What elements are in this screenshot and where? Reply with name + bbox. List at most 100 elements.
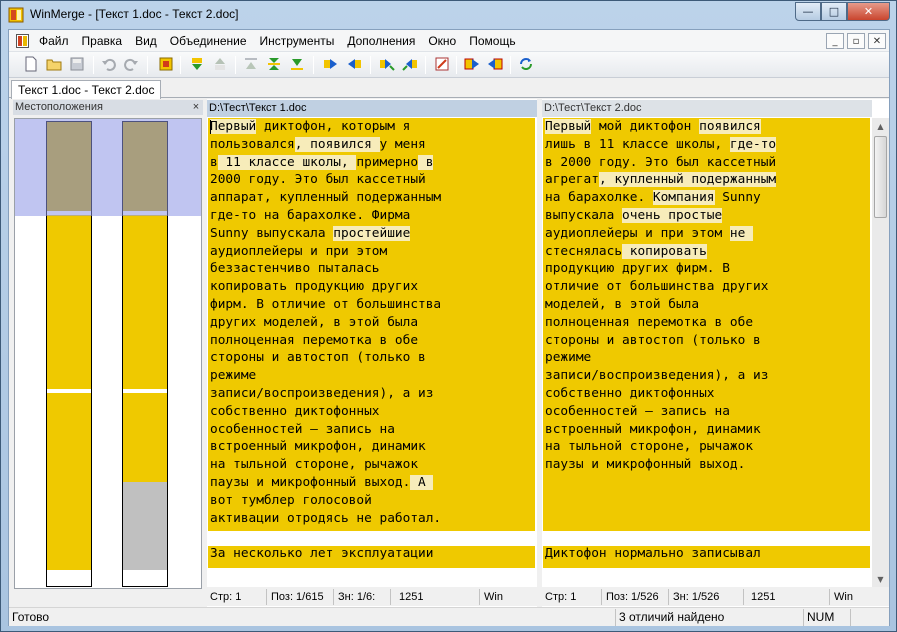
copy-all-right-icon[interactable] <box>464 56 480 72</box>
menu-item-7[interactable]: Помощь <box>469 34 515 48</box>
right-status-position: Поз: 1/526 <box>603 589 669 605</box>
text-segment: активации отродясь не работал. <box>210 510 442 526</box>
menu-item-0[interactable]: Файл <box>39 34 69 48</box>
location-viewport-indicator[interactable] <box>15 119 201 216</box>
status-ready: Готово <box>12 610 50 624</box>
vertical-scroll-thumb[interactable] <box>874 136 887 218</box>
text-segment: паузы и микрофонный выход. <box>210 474 411 490</box>
status-num-lock: NUM <box>803 609 849 626</box>
text-segment: продукцию других фирм. В <box>545 261 730 277</box>
text-segment: За несколько лет эксплуатации <box>210 546 434 562</box>
copy-left-advance-icon[interactable] <box>402 56 418 72</box>
location-pane-title: Местоположения × <box>13 100 203 115</box>
document-icon[interactable] <box>16 34 29 48</box>
menu-item-1[interactable]: Правка <box>82 34 123 48</box>
text-line: встроенный микрофон, динамик <box>545 421 870 439</box>
vertical-scrollbar[interactable]: ▲ ▼ <box>872 118 889 588</box>
mark-icon[interactable] <box>158 56 174 72</box>
winmerge-app-icon[interactable] <box>8 7 24 23</box>
scroll-down-arrow-icon[interactable]: ▼ <box>872 571 889 588</box>
text-line: выпускала очень простые <box>545 207 870 225</box>
last-diff-icon[interactable] <box>289 56 305 72</box>
minimize-button[interactable]: — <box>795 2 821 21</box>
title-bar[interactable]: WinMerge - [Текст 1.doc - Текст 2.doc] —… <box>1 1 896 29</box>
text-segment: Sunny <box>714 190 761 206</box>
text-line: фирм. В отличие от большинства <box>210 296 535 314</box>
copy-right-icon[interactable] <box>323 56 339 72</box>
text-line: где-то на барахолке. Фирма <box>210 207 535 225</box>
mdi-restore-button[interactable]: ▫ <box>847 33 865 49</box>
text-segment: лишь в 11 классе школы, <box>545 136 730 152</box>
text-line: пользовался, появился у меня <box>210 136 535 154</box>
text-line: Первый мой диктофон появился <box>545 118 870 136</box>
text-segment: аудиоплейеры и при этом <box>545 225 730 241</box>
menu-item-6[interactable]: Окно <box>428 34 456 48</box>
client-area: Файл Правка Вид Объединение Инструменты Допол… <box>8 29 890 626</box>
text-line: на барахолке. Компания Sunny <box>545 189 870 207</box>
maximize-button[interactable]: □ <box>821 2 847 21</box>
text-segment: аудиоплейеры и при этом <box>210 243 388 259</box>
text-line: беззастенчиво пыталась <box>210 260 535 278</box>
text-segment: купленный подержанным <box>279 190 442 206</box>
text-line: копировать продукцию других <box>210 278 535 296</box>
text-line: на тыльной стороне, рычажок <box>545 438 870 456</box>
location-segment <box>123 570 167 586</box>
location-segment <box>47 393 91 570</box>
status-bar: Готово 3 отличий найдено NUM <box>9 607 889 626</box>
menu-item-4[interactable]: Инструменты <box>260 34 335 48</box>
word-diff-highlight: в <box>418 154 434 170</box>
text-line <box>545 492 870 510</box>
text-segment: встроенный микрофон, динамик <box>210 439 426 455</box>
prev-diff-icon[interactable] <box>212 56 228 72</box>
right-pane-status: Стр: 1 Поз: 1/526 Зн: 1/526 1251 Win <box>542 587 889 606</box>
copy-left-icon[interactable] <box>346 56 362 72</box>
text-line: стороны и автостоп (только в <box>210 349 535 367</box>
text-segment: особенностей – запись на <box>210 421 395 437</box>
undo-icon[interactable] <box>101 56 117 72</box>
mdi-minimize-button[interactable]: _ <box>826 33 844 49</box>
left-text-editor[interactable]: Первый диктофон, которым я пользовался, п… <box>208 118 535 586</box>
text-segment: 2000 году. Это был кассетный <box>210 172 426 188</box>
text-segment: агрегат <box>545 172 599 188</box>
close-button[interactable]: ✕ <box>847 2 890 21</box>
redo-icon[interactable] <box>123 56 139 72</box>
left-status-codepage: 1251 <box>396 589 480 605</box>
refresh-icon[interactable] <box>518 56 534 72</box>
next-diff-icon[interactable] <box>189 56 205 72</box>
copy-all-left-icon[interactable] <box>487 56 503 72</box>
tab-compare-document[interactable]: Текст 1.doc - Текст 2.doc <box>11 80 162 99</box>
menu-item-2[interactable]: Вид <box>135 34 157 48</box>
word-diff-highlight: , купленный подержанным <box>598 172 777 188</box>
copy-right-advance-icon[interactable] <box>379 56 395 72</box>
right-file-pane: D:\Тест\Текст 2.doc Первый мой диктофон … <box>542 99 889 607</box>
open-folder-icon[interactable] <box>46 56 62 72</box>
text-segment: режиме <box>545 350 592 366</box>
location-pane-close-button[interactable]: × <box>189 100 203 115</box>
text-line: полноценная перемотка в обе <box>210 332 535 350</box>
text-segment: Sunny выпускала <box>210 225 334 241</box>
text-segment: особенностей – запись на <box>545 403 730 419</box>
location-map[interactable] <box>14 118 202 589</box>
text-segment: беззастенчиво пыталась <box>210 261 380 277</box>
text-segment: где-то на барахолке. <box>210 207 372 223</box>
text-line: Диктофон нормально записывал <box>545 545 870 563</box>
menu-item-5[interactable]: Дополнения <box>347 34 415 48</box>
first-diff-icon[interactable] <box>243 56 259 72</box>
right-text-editor[interactable]: Первый мой диктофон появился лишь в 11 кл… <box>543 118 870 586</box>
scroll-up-arrow-icon[interactable]: ▲ <box>872 118 889 135</box>
text-line: в 2000 году. Это был кассетный <box>545 154 870 172</box>
text-line: записи/воспроизведения), а из <box>545 367 870 385</box>
mdi-close-button[interactable]: ✕ <box>868 33 886 49</box>
location-segment <box>47 570 91 586</box>
menu-item-3[interactable]: Объединение <box>170 34 247 48</box>
save-icon[interactable] <box>69 56 85 72</box>
word-diff-highlight: очень простые <box>622 207 723 223</box>
location-pane-title-text: Местоположения <box>15 101 103 113</box>
word-diff-highlight: , появился <box>294 136 380 152</box>
right-status-codepage: 1251 <box>748 589 830 605</box>
options-icon[interactable] <box>434 56 450 72</box>
text-segment: на тыльной стороне, рычажок <box>545 439 754 455</box>
current-diff-icon[interactable] <box>266 56 282 72</box>
text-line: режиме <box>545 349 870 367</box>
new-file-icon[interactable] <box>23 56 39 72</box>
